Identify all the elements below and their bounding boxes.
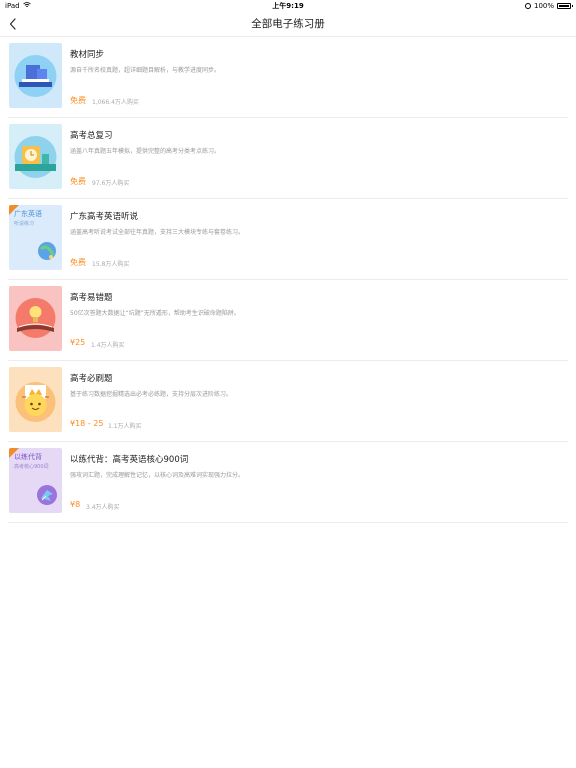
book-cover <box>9 124 62 189</box>
item-price: ¥18 - 25 <box>70 419 104 428</box>
cover-sublabel: 听说练习 <box>14 221 35 227</box>
battery-percent: 100% <box>533 2 554 10</box>
book-cover: 以练代背 高考核心900词 <box>9 448 62 513</box>
status-bar: iPad 上午9:19 100% <box>0 0 576 12</box>
rotation-lock-icon <box>524 3 531 9</box>
book-item-must-practice[interactable]: 高考必刷题 基于练习数据挖掘精选出必考必练题，支持分层次进阶练习。 ¥18 - … <box>8 361 568 442</box>
item-buyers: 15.8万人购买 <box>92 261 130 268</box>
item-title: 高考总复习 <box>70 131 113 141</box>
item-price: 免费 <box>70 258 86 267</box>
item-buyers: 97.6万人购买 <box>92 180 130 187</box>
cover-label: 以练代背 <box>14 453 42 461</box>
item-description: 涵盖八年真题五年模拟，提供完整的高考分类考点练习。 <box>70 148 221 155</box>
status-right: 100% <box>524 0 573 12</box>
book-item-guangdong-english[interactable]: 广东英语 听说练习 广东高考英语听说 涵盖高考听说考试全部往年真题，支持三大模块… <box>8 199 568 280</box>
item-title: 高考易错题 <box>70 293 113 303</box>
book-item-textbook-sync[interactable]: 教材同步 源自千所名校真题，超详细题目解析，与教学进度同步。 免费 1,066.… <box>8 37 568 118</box>
item-description: 50亿次答题大数据让“坑题”无所遁形，帮助考生识破命题陷阱。 <box>70 310 240 317</box>
item-title: 以练代背：高考英语核心900词 <box>70 455 189 465</box>
battery-icon <box>557 3 573 9</box>
books-illustration-icon <box>14 55 57 97</box>
item-description: 强攻词汇题，完成理解性记忆，以核心词及高难词实现强力拉分。 <box>70 472 245 479</box>
book-cover <box>9 367 62 432</box>
book-list: 教材同步 源自千所名校真题，超详细题目解析，与教学进度同步。 免费 1,066.… <box>0 37 576 523</box>
item-description: 基于练习数据挖掘精选出必考必练题，支持分层次进阶练习。 <box>70 391 233 398</box>
book-item-review[interactable]: 高考总复习 涵盖八年真题五年模拟，提供完整的高考分类考点练习。 免费 97.6万… <box>8 118 568 199</box>
book-item-english-900-words[interactable]: 以练代背 高考核心900词 以练代背：高考英语核心900词 强攻词汇题，完成理解… <box>8 442 568 523</box>
item-description: 源自千所名校真题，超详细题目解析，与教学进度同步。 <box>70 67 221 74</box>
item-buyers: 1,066.4万人购买 <box>92 99 139 106</box>
book-item-common-mistakes[interactable]: 高考易错题 50亿次答题大数据让“坑题”无所遁形，帮助考生识破命题陷阱。 ¥25… <box>8 280 568 361</box>
trophy-face-illustration-icon <box>15 382 56 422</box>
item-buyers: 3.4万人购买 <box>86 504 120 511</box>
cover-sublabel: 高考核心900词 <box>14 464 49 470</box>
item-buyers: 1.1万人购买 <box>108 423 142 430</box>
nav-bar: 全部电子练习册 <box>0 12 576 37</box>
item-price: 免费 <box>70 96 86 105</box>
clock-illustration-icon <box>14 136 57 178</box>
lightbulb-book-illustration-icon <box>15 298 56 338</box>
item-buyers: 1.4万人购买 <box>91 342 125 349</box>
item-description: 涵盖高考听说考试全部往年真题，支持三大模块专练与套卷练习。 <box>70 229 245 236</box>
page-title: 全部电子练习册 <box>251 18 325 30</box>
item-title: 高考必刷题 <box>70 374 113 384</box>
item-title: 教材同步 <box>70 50 105 60</box>
book-cover: 广东英语 听说练习 <box>9 205 62 270</box>
status-time: 上午9:19 <box>272 2 304 10</box>
cover-label: 广东英语 <box>14 210 42 218</box>
book-cover <box>9 286 62 351</box>
item-price: ¥25 <box>70 338 86 347</box>
item-price: 免费 <box>70 177 86 186</box>
item-price: ¥8 <box>70 500 81 509</box>
item-title: 广东高考英语听说 <box>70 212 139 222</box>
book-cover <box>9 43 62 108</box>
